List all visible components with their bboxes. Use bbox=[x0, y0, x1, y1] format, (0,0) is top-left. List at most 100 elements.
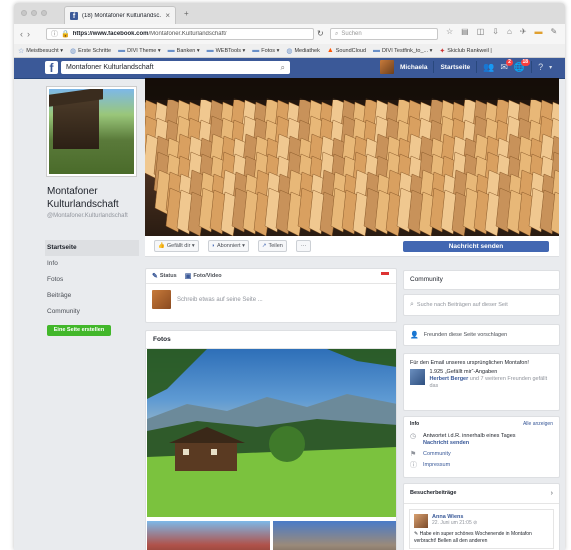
show-all-link[interactable]: Alle anzeigen bbox=[523, 421, 553, 427]
info-header: Info Alle anzeigen bbox=[404, 417, 559, 431]
address-field[interactable]: ⓘ 🔒 https://www.facebook.com/Montafoner.… bbox=[46, 28, 314, 40]
page-content: Montafoner Kulturlandschaft @Montafoner.… bbox=[14, 78, 565, 550]
chevron-down-icon[interactable]: ▾ bbox=[549, 64, 552, 71]
page-title[interactable]: Montafoner Kulturlandschaft bbox=[47, 186, 142, 211]
nav-item-info[interactable]: Info bbox=[45, 256, 139, 272]
page-handle[interactable]: @Montafoner.Kulturlandschaft bbox=[47, 213, 142, 220]
tab-status[interactable]: ✎ Status bbox=[152, 272, 177, 280]
nav-item-posts[interactable]: Beiträge bbox=[45, 288, 139, 304]
pocket-icon[interactable]: ◫ bbox=[477, 27, 485, 36]
likes-count: 1.925 „Gefällt mir“-Angaben bbox=[429, 369, 498, 375]
user-name-link[interactable]: Michaela bbox=[400, 64, 427, 71]
bookmark-item[interactable]: ▲ SoundCloud bbox=[327, 47, 366, 54]
rss-icon: ◗ bbox=[211, 243, 216, 249]
page-action-bar: 👍 Gefällt dir ▾ ◗ Abonniert ▾ ↗ Teilen ··· … bbox=[145, 236, 559, 257]
home-link[interactable]: Startseite bbox=[440, 64, 470, 71]
nav-item-home[interactable]: Startseite bbox=[45, 240, 139, 256]
bookmark-item[interactable]: ▬ Fotos ▾ bbox=[252, 47, 279, 54]
globe-icon: ◍ bbox=[69, 47, 77, 55]
home-icon[interactable]: ⌂ bbox=[507, 27, 512, 36]
friend-requests-icon[interactable]: 👥 bbox=[483, 62, 494, 73]
share-button[interactable]: ↗ Teilen bbox=[257, 240, 287, 252]
nav-item-photos[interactable]: Fotos bbox=[45, 272, 139, 288]
visitor-post[interactable]: Anna Wiens 22. Juni um 21:05 ⊘ ✎ Habe ei… bbox=[409, 509, 554, 549]
impressum-link[interactable]: Impressum bbox=[423, 462, 450, 469]
friend-link[interactable]: Herbert Berger bbox=[429, 376, 468, 382]
visitor-date[interactable]: 22. Juni um 21:05 ⊘ bbox=[432, 520, 477, 526]
left-navigation: Startseite Info Fotos Beiträge Community bbox=[45, 240, 139, 320]
bookmark-item[interactable]: ▬ Banken ▾ bbox=[168, 47, 200, 54]
avatar[interactable] bbox=[414, 514, 428, 528]
info-card: Info Alle anzeigen ◷ Antwortet i.d.R. in… bbox=[403, 416, 560, 478]
search-icon[interactable]: ⌕ bbox=[281, 63, 285, 73]
page-post-search[interactable]: ⌕ Suche nach Beiträgen auf dieser Seit bbox=[403, 294, 560, 316]
facebook-logo-icon[interactable]: f bbox=[45, 61, 58, 74]
browser-search-input[interactable]: ⌕ Suchen bbox=[330, 28, 438, 40]
photos-title[interactable]: Fotos bbox=[146, 331, 396, 349]
send-message-button[interactable]: Nachricht senden bbox=[403, 241, 549, 252]
like-button[interactable]: 👍 Gefällt dir ▾ bbox=[154, 240, 199, 252]
community-link[interactable]: Community bbox=[423, 451, 451, 458]
visitor-posts-header[interactable]: Besucherbeiträge › bbox=[404, 484, 559, 504]
flag-icon[interactable] bbox=[381, 272, 389, 278]
new-tab-icon[interactable]: + bbox=[184, 9, 189, 18]
reload-icon[interactable]: ↻ bbox=[317, 29, 324, 38]
invite-friends-row[interactable]: 👤 Freunden diese Seite vorschlagen bbox=[403, 324, 560, 346]
photo-thumbnail[interactable] bbox=[273, 521, 396, 550]
clipboard-icon[interactable]: ▤ bbox=[461, 27, 469, 36]
tab-photo-video[interactable]: ▣ Foto/Video bbox=[185, 272, 222, 280]
forward-icon[interactable]: › bbox=[27, 29, 30, 39]
minimize-window-button[interactable] bbox=[31, 10, 37, 16]
composer-placeholder[interactable]: Schreib etwas auf seine Seite ... bbox=[177, 297, 263, 303]
post-search-placeholder: Suche nach Beiträgen auf dieser Seit bbox=[416, 302, 508, 308]
notifications-icon[interactable]: 🌐 18 bbox=[514, 58, 531, 73]
send-message-link[interactable]: Nachricht senden bbox=[423, 440, 469, 446]
cover-photo[interactable] bbox=[145, 78, 559, 236]
avatar[interactable] bbox=[380, 60, 394, 74]
bookmark-star-icon[interactable]: ☆ bbox=[446, 27, 453, 36]
chevron-right-icon[interactable]: › bbox=[551, 490, 553, 497]
facebook-search-input[interactable]: Montafoner Kulturlandschaft ⌕ bbox=[61, 61, 290, 74]
friend-avatar[interactable] bbox=[410, 369, 426, 385]
maximize-window-button[interactable] bbox=[41, 10, 47, 16]
community-title[interactable]: Community bbox=[404, 271, 559, 289]
notifications-badge: 18 bbox=[520, 58, 531, 66]
tab-close-icon[interactable]: × bbox=[165, 11, 170, 20]
photo-thumbnail[interactable] bbox=[147, 521, 270, 550]
more-button[interactable]: ··· bbox=[295, 240, 312, 252]
bookmark-item[interactable]: ▬ DIVI Theme ▾ bbox=[118, 47, 161, 54]
bookmark-item[interactable]: ☆ Meistbesucht ▾ bbox=[18, 47, 63, 55]
nav-item-community[interactable]: Community bbox=[45, 304, 139, 320]
divider bbox=[476, 61, 478, 73]
help-icon[interactable]: ? bbox=[538, 62, 543, 72]
info-icon: ⓘ bbox=[410, 462, 417, 469]
messages-icon[interactable]: ✉ 2 bbox=[500, 58, 513, 73]
bookmark-item[interactable]: ▬ DIVI Testfink_to_... ▾ bbox=[373, 47, 432, 54]
profile-photo bbox=[49, 89, 134, 174]
share-icon[interactable]: ✈ bbox=[520, 27, 527, 36]
follow-button[interactable]: ◗ Abonniert ▾ bbox=[207, 240, 249, 252]
post-composer: ✎ Status ▣ Foto/Video Schreib etwas auf se… bbox=[145, 268, 397, 323]
composer-body[interactable]: Schreib etwas auf seine Seite ... bbox=[146, 284, 396, 315]
download-icon[interactable]: ⇩ bbox=[492, 27, 499, 36]
bookmark-item[interactable]: ◍ Mediathek bbox=[286, 47, 320, 55]
bookmark-item[interactable]: ✦ Skiclub Rankweil | bbox=[439, 47, 491, 55]
create-page-button[interactable]: Eine Seite erstellen bbox=[47, 325, 111, 336]
bookmark-item[interactable]: ▬ WEBTools ▾ bbox=[207, 47, 246, 54]
add-friend-icon: 👤 bbox=[410, 332, 419, 339]
browser-tab[interactable]: f (18) Montafoner Kulturlandsc... × bbox=[64, 6, 176, 24]
profile-picture[interactable] bbox=[46, 86, 137, 177]
extension-icon[interactable]: ✎ bbox=[551, 27, 558, 36]
lock-icon: 🔒 bbox=[61, 31, 70, 38]
tab-title: (18) Montafoner Kulturlandsc... bbox=[82, 12, 162, 19]
back-icon[interactable]: ‹ bbox=[20, 29, 23, 39]
bookmark-item[interactable]: ◍ Erste Schritte bbox=[70, 47, 111, 55]
folder-icon: ▬ bbox=[373, 47, 381, 54]
folder-icon[interactable]: ▬ bbox=[535, 27, 543, 36]
tab-strip: f (18) Montafoner Kulturlandsc... × + bbox=[14, 3, 565, 25]
divider bbox=[433, 61, 435, 73]
photo-main[interactable] bbox=[147, 349, 396, 517]
close-window-button[interactable] bbox=[21, 10, 27, 16]
toolbar-icons: ☆ ▤ ◫ ⇩ ⌂ ✈ ▬ ✎ bbox=[446, 27, 557, 36]
browser-window: f (18) Montafoner Kulturlandsc... × + ‹ … bbox=[14, 3, 565, 550]
